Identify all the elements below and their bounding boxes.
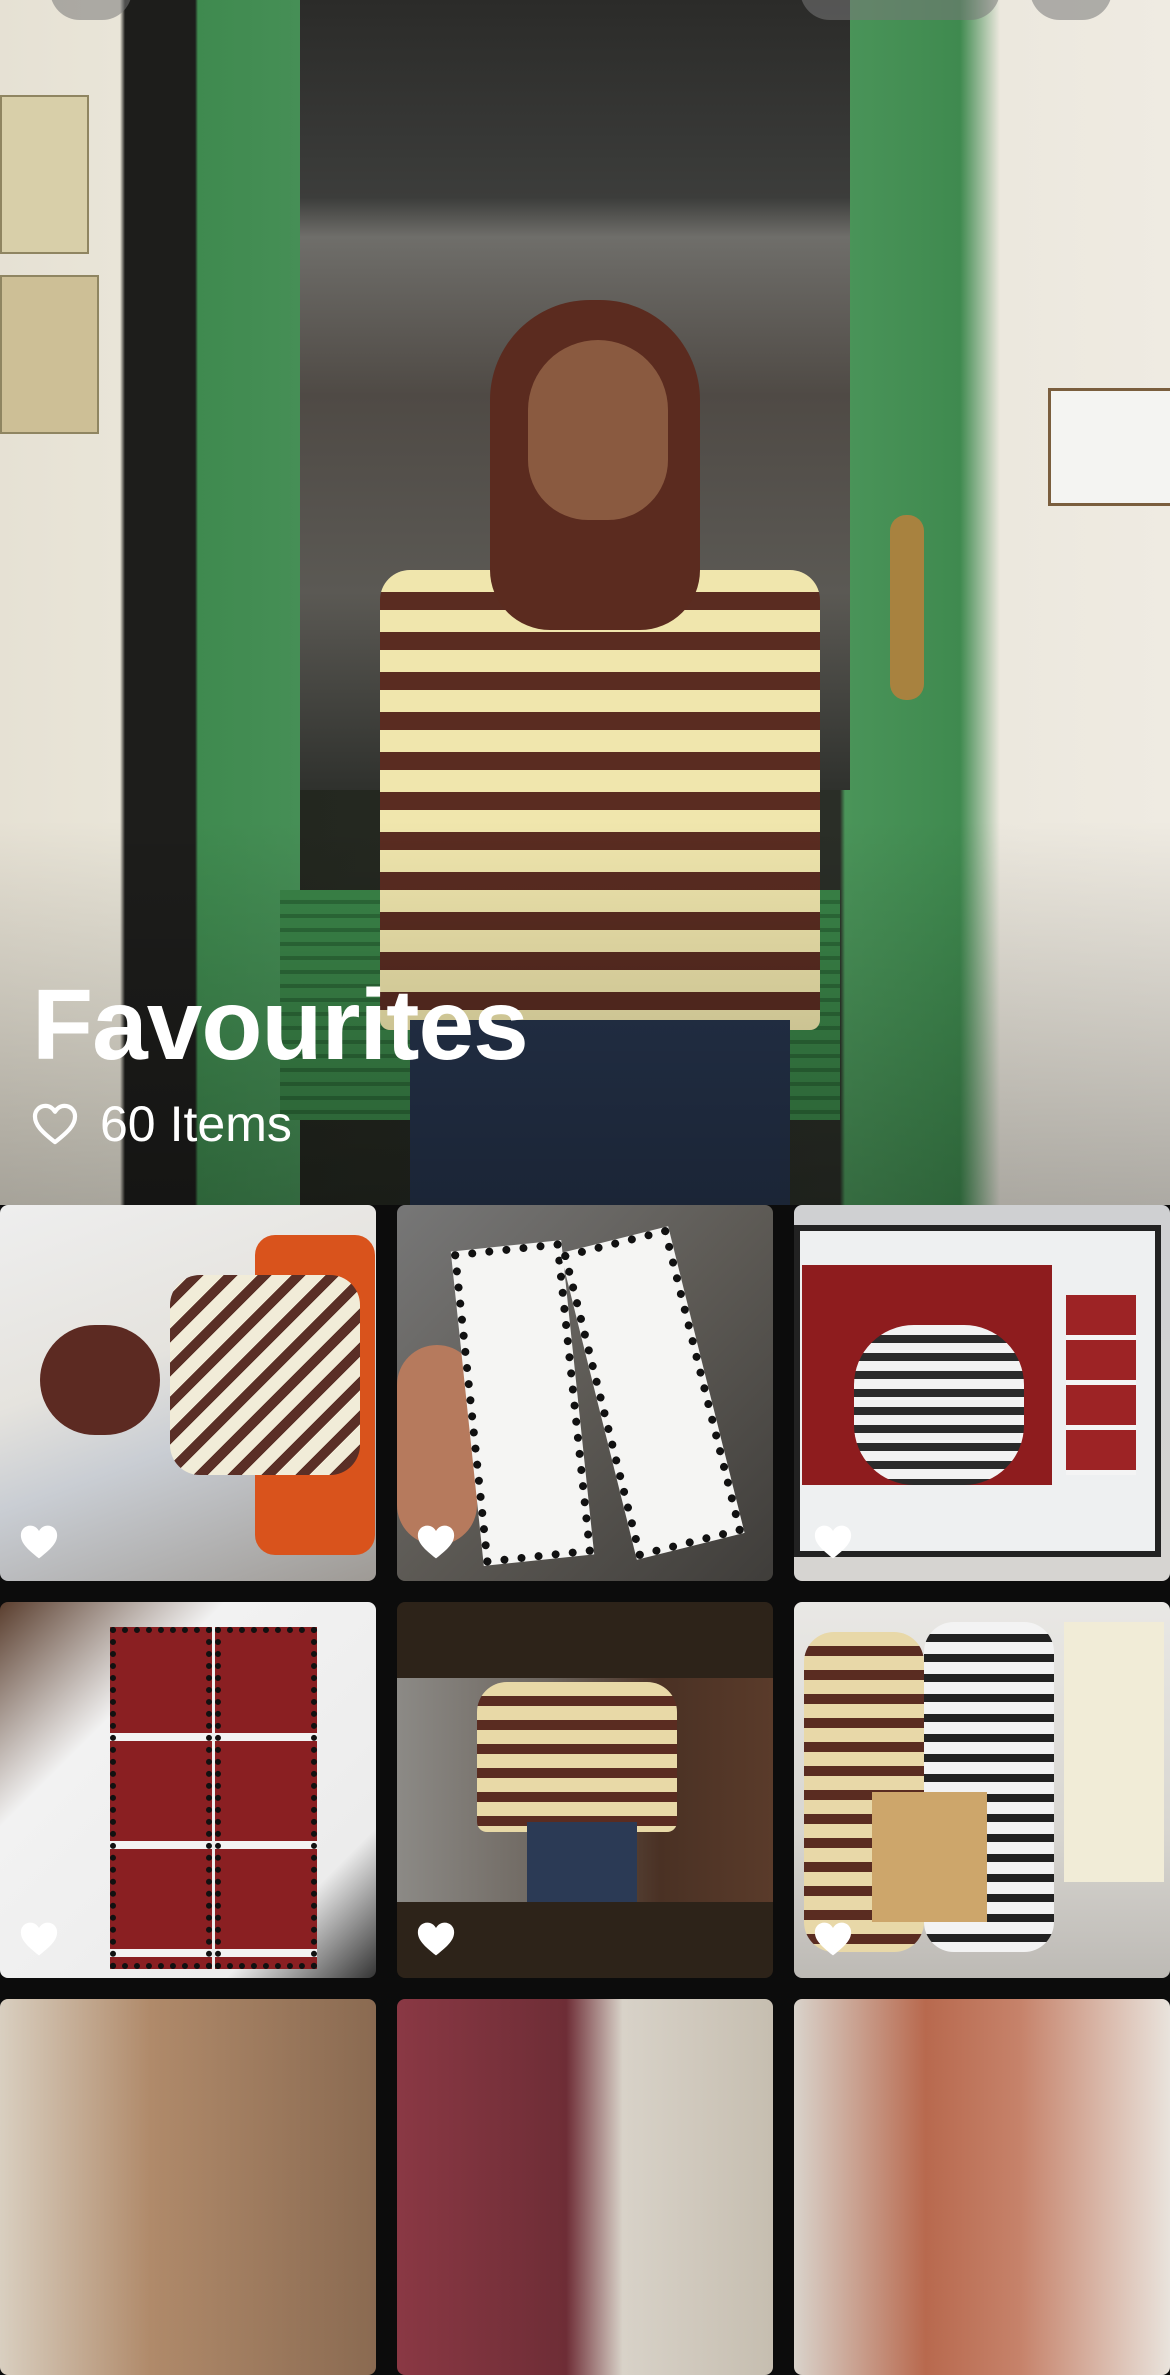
heart-outline-icon — [32, 1103, 78, 1145]
clothing-rack — [1064, 1622, 1164, 1882]
album-item-count: 60 Items — [32, 1095, 292, 1153]
photo-tile[interactable] — [794, 1999, 1170, 2375]
photo-tile[interactable] — [0, 1999, 376, 2375]
hijab — [40, 1325, 160, 1435]
photo-tile[interactable] — [0, 1205, 376, 1581]
face — [528, 340, 668, 520]
heart-filled-icon — [417, 1525, 455, 1559]
photo-tile[interactable] — [794, 1602, 1170, 1978]
photo-tile[interactable] — [794, 1205, 1170, 1581]
heart-filled-icon — [20, 1922, 58, 1956]
shopping-bag — [872, 1792, 987, 1922]
photo-strip — [110, 1627, 212, 1969]
item-count-label: Items — [169, 1096, 292, 1152]
photo-tile[interactable] — [397, 1999, 773, 2375]
wall-plate — [1048, 388, 1170, 506]
photo-strip — [1066, 1295, 1136, 1475]
striped-top — [477, 1682, 677, 1832]
title-pill[interactable] — [800, 0, 1000, 20]
heart-filled-icon — [20, 1525, 58, 1559]
photo-tile[interactable] — [397, 1205, 773, 1581]
heart-filled-icon — [814, 1525, 852, 1559]
photo-tile[interactable] — [397, 1602, 773, 1978]
striped-top — [170, 1275, 360, 1475]
wall-sign — [0, 275, 99, 434]
album-title: Favourites — [32, 969, 529, 1081]
two-people — [854, 1325, 1024, 1485]
heart-filled-icon — [814, 1922, 852, 1956]
photo-tile[interactable] — [0, 1602, 376, 1978]
door-handle — [890, 515, 924, 700]
item-count-number: 60 — [100, 1096, 156, 1152]
photo-strip — [215, 1627, 317, 1969]
jeans — [527, 1822, 637, 1902]
wall-sign — [0, 95, 89, 254]
heart-filled-icon — [417, 1922, 455, 1956]
